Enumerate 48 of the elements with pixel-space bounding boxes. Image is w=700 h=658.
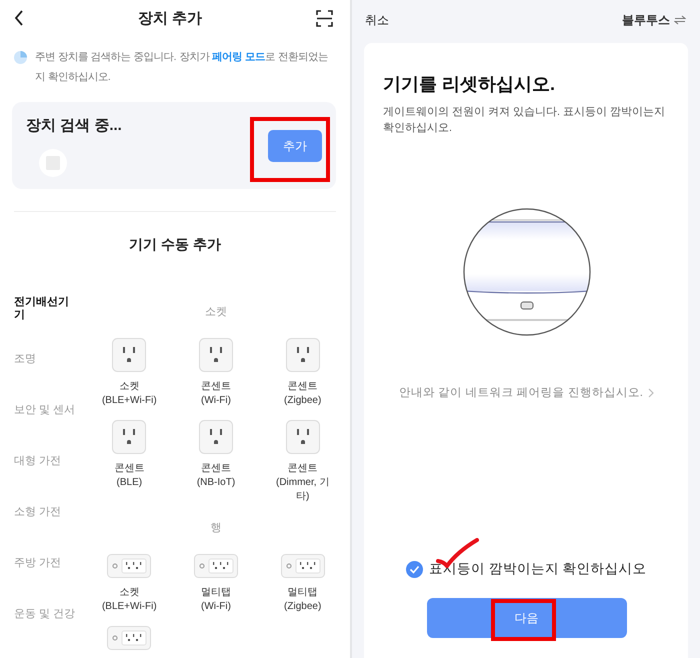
outlet-icon[interactable]	[112, 420, 146, 454]
category-item[interactable]: 대형 가전	[14, 455, 82, 506]
pairing-mode-link[interactable]: 페어링 모드	[212, 52, 266, 63]
next-button[interactable]: 다음	[426, 598, 626, 638]
outlet-icon[interactable]	[286, 420, 320, 454]
category-item[interactable]: 조명	[14, 353, 82, 404]
radar-icon	[14, 51, 27, 64]
device-label: 소켓 (BLE+Wi-Fi)	[100, 586, 158, 614]
outlet-icon[interactable]	[286, 338, 320, 372]
confirm-checkbox[interactable]	[406, 560, 424, 578]
category-item[interactable]: 전기배선기기	[14, 296, 72, 353]
outlet-icon[interactable]	[198, 420, 233, 454]
device-label: 멀티탭 (Zigbee)	[283, 586, 322, 614]
category-item[interactable]: 보안 및 센서	[14, 404, 82, 455]
category-item[interactable]: 소형 가전	[14, 506, 82, 557]
device-label: 콘센트 (Wi-Fi)	[200, 380, 232, 408]
connection-mode-link[interactable]: 블루투스	[622, 12, 670, 28]
device-label: 콘센트 (Zigbee)	[283, 380, 322, 408]
device-label: 멀티탭 (Wi-Fi)	[200, 586, 232, 614]
power-strip-icon[interactable]	[107, 554, 152, 578]
device-label: 콘센트 (NB-IoT)	[196, 462, 236, 490]
outlet-icon[interactable]	[112, 338, 146, 372]
chevron-right-icon	[648, 388, 654, 398]
add-button[interactable]: 추가	[268, 130, 322, 162]
scanning-title: 장치 검색 중...	[26, 116, 122, 135]
scan-icon[interactable]	[316, 10, 333, 26]
group-title: 행	[210, 521, 222, 536]
category-item[interactable]: 주방 가전	[14, 557, 82, 608]
power-strip-icon[interactable]	[280, 554, 325, 578]
power-strip-icon[interactable]	[194, 554, 238, 578]
power-strip-icon[interactable]	[107, 626, 152, 650]
device-label: 콘센트 (BLE)	[113, 462, 146, 490]
page-title: 장치 추가	[138, 8, 202, 28]
outlet-icon[interactable]	[198, 338, 233, 372]
switch-arrows-icon[interactable]	[674, 15, 686, 25]
reset-title: 기기를 리셋하십시오.	[383, 73, 556, 96]
section-title: 기기 수동 추가	[128, 236, 222, 254]
reset-description: 게이트웨이의 전원이 켜져 있습니다. 표시등이 깜박이는지 확인하십시오.	[383, 105, 666, 136]
back-icon[interactable]	[14, 10, 24, 26]
group-title: 소켓	[204, 305, 228, 320]
highlight-frame	[491, 599, 556, 641]
notice-text: 주변 장치를 검색하는 중입니다. 장치가 페어링 모드로 전환되었는지 확인하십시오.	[35, 50, 329, 85]
cancel-link[interactable]: 취소	[365, 12, 618, 28]
pairing-guide-link[interactable]: 안내와 같이 네트워크 페어링을 진행하십시오.	[399, 385, 654, 400]
category-item[interactable]: 운동 및 건강	[14, 608, 82, 658]
device-label: 콘센트 (Dimmer, 기타)	[274, 462, 330, 504]
confirm-label: 표시등이 깜박이는지 확인하십시오	[429, 560, 647, 578]
device-label: 소켓 (BLE+Wi-Fi)	[100, 380, 158, 408]
